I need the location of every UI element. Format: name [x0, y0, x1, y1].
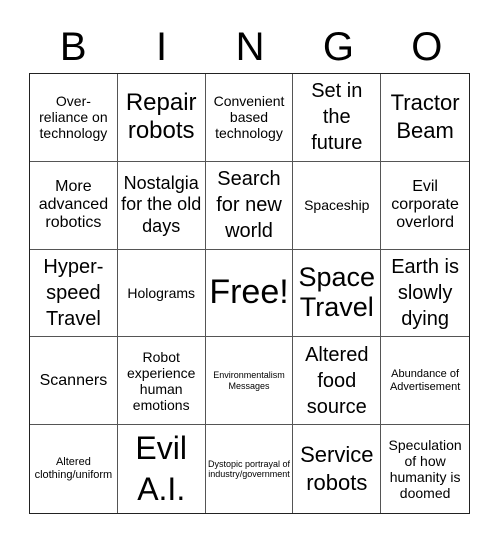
header-letter-g: G	[322, 25, 354, 69]
bingo-cell[interactable]: Service robots	[293, 425, 382, 513]
bingo-cell[interactable]: Altered clothing/uniform	[30, 425, 118, 513]
header-letter-i: I	[156, 25, 168, 69]
header-letter-o: O	[411, 25, 443, 69]
bingo-cell[interactable]: Spaceship	[293, 161, 382, 250]
bingo-cell-free[interactable]: Free!	[205, 249, 294, 338]
header-letter-n: N	[235, 25, 265, 69]
bingo-cell[interactable]: Environmentalism Messages	[205, 337, 294, 426]
bingo-grid: Over-reliance on technology Repair robot…	[29, 73, 470, 514]
bingo-cell[interactable]: Scanners	[30, 337, 118, 426]
bingo-cell[interactable]: Space Travel	[293, 249, 382, 338]
bingo-header: B I N G O	[29, 22, 471, 72]
bingo-cell[interactable]: Tractor Beam	[381, 74, 469, 162]
bingo-cell[interactable]: Search for new world	[205, 161, 294, 250]
bingo-cell[interactable]: Repair robots	[117, 74, 206, 162]
bingo-cell[interactable]: Earth is slowly dying	[381, 250, 469, 338]
header-letter-b: B	[59, 25, 87, 69]
bingo-cell[interactable]: Hyper-speed Travel	[30, 249, 118, 338]
bingo-cell[interactable]: Over-reliance on technology	[30, 74, 118, 162]
bingo-cell[interactable]: Set in the future	[293, 74, 382, 162]
bingo-cell[interactable]: Holograms	[117, 249, 206, 338]
bingo-cell[interactable]: Dystopic portrayal of industry/governmen…	[206, 425, 294, 513]
bingo-cell[interactable]: Convenient based technology	[205, 74, 294, 162]
bingo-cell[interactable]: Abundance of Advertisement	[381, 337, 469, 426]
bingo-cell[interactable]: Evil corporate overlord	[381, 162, 469, 250]
bingo-cell[interactable]: Robot experience human emotions	[117, 337, 206, 426]
bingo-cell[interactable]: Altered food source	[293, 337, 382, 426]
bingo-cell[interactable]: Speculation of how humanity is doomed	[381, 425, 469, 513]
bingo-cell[interactable]: More advanced robotics	[30, 161, 118, 250]
bingo-cell[interactable]: Nostalgia for the old days	[117, 161, 206, 250]
bingo-cell[interactable]: Evil A.I.	[118, 425, 206, 513]
